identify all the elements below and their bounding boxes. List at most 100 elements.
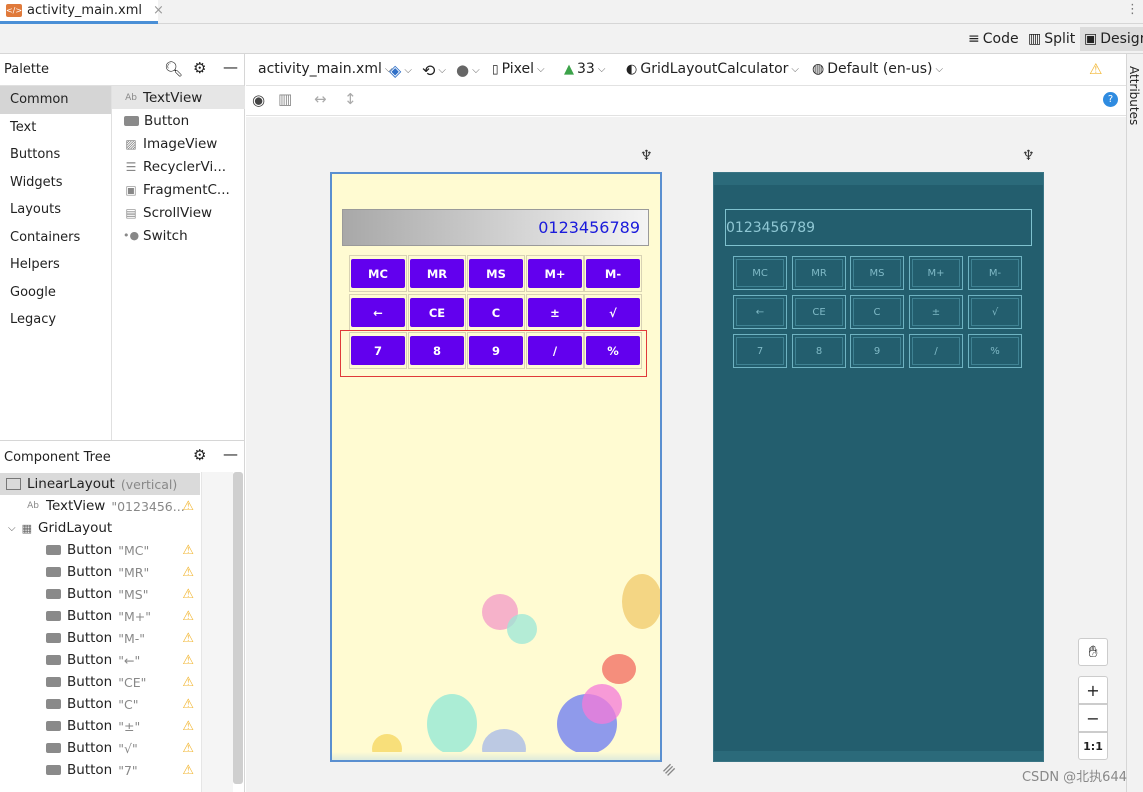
blueprint-button[interactable]: ± <box>909 295 963 329</box>
gear-icon[interactable]: ⚙ <box>193 446 206 464</box>
calc-button[interactable]: CE <box>410 298 464 327</box>
palette-item-switch[interactable]: •● Switch <box>112 224 245 247</box>
tree-row-button[interactable]: Button "C" ⚠ <box>0 693 200 715</box>
warning-icon[interactable]: ⚠ <box>182 609 194 624</box>
minimize-icon[interactable]: — <box>223 58 238 76</box>
tree-row-button[interactable]: Button "7" ⚠ <box>0 759 200 781</box>
zoom-in-button[interactable]: + <box>1078 676 1108 704</box>
attributes-strip[interactable]: Attributes <box>1126 54 1143 792</box>
blueprint-button[interactable]: CE <box>792 295 846 329</box>
category-text[interactable]: Text <box>0 114 111 142</box>
tree-row-button[interactable]: Button "MR" ⚠ <box>0 561 200 583</box>
tree-row-button[interactable]: Button "M+" ⚠ <box>0 605 200 627</box>
design-mode-button[interactable]: ▣Design <box>1080 27 1143 51</box>
blueprint-button[interactable]: MC <box>733 256 787 290</box>
minimize-icon[interactable]: — <box>223 445 238 463</box>
calc-button[interactable]: √ <box>586 298 640 327</box>
tree-row-textview[interactable]: Ab TextView "0123456... ⚠ <box>0 495 200 517</box>
tree-row-button[interactable]: Button "MS" ⚠ <box>0 583 200 605</box>
calculator-display[interactable]: 0123456789 <box>342 209 649 246</box>
blueprint-button[interactable]: / <box>909 334 963 368</box>
tree-row-button[interactable]: Button "M-" ⚠ <box>0 627 200 649</box>
layers-button[interactable]: ◈ ⌵ <box>389 61 412 80</box>
split-mode-button[interactable]: ▥ Split <box>1024 27 1079 51</box>
pan-button[interactable]: ✋︎ <box>1078 638 1108 666</box>
blueprint-display[interactable]: 0123456789 <box>725 209 1032 246</box>
blueprint-button[interactable]: M- <box>968 256 1022 290</box>
warning-icon[interactable]: ⚠ <box>182 719 194 734</box>
more-icon[interactable]: ⋮ <box>1126 2 1139 17</box>
warning-icon[interactable]: ⚠ <box>182 499 194 514</box>
theme-selector[interactable]: ◐ GridLayoutCalculator ⌵ <box>626 61 799 77</box>
warning-icon[interactable]: ⚠ <box>182 587 194 602</box>
tree-row-button[interactable]: Button "←" ⚠ <box>0 649 200 671</box>
pin-icon[interactable]: ♆ <box>640 148 653 164</box>
warning-icon[interactable]: ⚠ <box>182 565 194 580</box>
eye-icon[interactable]: ◉ <box>252 91 265 109</box>
blueprint-button[interactable]: ← <box>733 295 787 329</box>
category-widgets[interactable]: Widgets <box>0 169 111 197</box>
close-icon[interactable]: × <box>153 3 164 18</box>
file-selector[interactable]: activity_main.xml ⌵ <box>258 61 392 77</box>
blueprint-button[interactable]: MS <box>850 256 904 290</box>
category-buttons[interactable]: Buttons <box>0 141 111 169</box>
calc-button[interactable]: MS <box>469 259 523 288</box>
blueprint-button[interactable]: √ <box>968 295 1022 329</box>
warning-icon[interactable]: ⚠ <box>182 741 194 756</box>
calc-button[interactable]: C <box>469 298 523 327</box>
file-tab[interactable]: </> activity_main.xml × <box>0 0 164 24</box>
tree-scrollbar[interactable] <box>233 472 243 784</box>
category-helpers[interactable]: Helpers <box>0 251 111 279</box>
tree-row-button[interactable]: Button "MC" ⚠ <box>0 539 200 561</box>
tree-row-gridlayout[interactable]: ⌵ ▦ GridLayout <box>0 517 200 539</box>
blueprint-button[interactable]: 9 <box>850 334 904 368</box>
gear-icon[interactable]: ⚙ <box>193 59 206 77</box>
calc-button[interactable]: M- <box>586 259 640 288</box>
device-selector[interactable]: ▯ Pixel ⌵ <box>492 61 545 77</box>
palette-item-scrollview[interactable]: ▤ ScrollView <box>112 201 245 224</box>
zoom-out-button[interactable]: − <box>1078 704 1108 732</box>
warning-icon[interactable]: ⚠ <box>182 631 194 646</box>
chevron-down-icon[interactable]: ⌵ <box>8 523 16 534</box>
attributes-tab[interactable]: Attributes <box>1127 66 1141 125</box>
warning-icon[interactable]: ⚠ <box>182 763 194 778</box>
calc-button[interactable]: M+ <box>528 259 582 288</box>
columns-icon[interactable]: ▥ <box>278 90 292 108</box>
palette-item-button[interactable]: Button <box>112 109 245 132</box>
warning-icon[interactable]: ⚠ <box>182 543 194 558</box>
search-icon[interactable]: 🔍︎ <box>164 60 183 78</box>
night-mode-button[interactable]: ● ⌵ <box>456 61 480 79</box>
tree-row-button[interactable]: Button "±" ⚠ <box>0 715 200 737</box>
calc-button[interactable]: ± <box>528 298 582 327</box>
blueprint-button[interactable]: MR <box>792 256 846 290</box>
category-layouts[interactable]: Layouts <box>0 196 111 224</box>
api-selector[interactable]: ▲ 33 ⌵ <box>564 61 605 77</box>
category-legacy[interactable]: Legacy <box>0 306 111 334</box>
vertical-resize-icon[interactable]: ↕ <box>344 90 357 108</box>
orientation-button[interactable]: ⟲ ⌵ <box>422 61 446 80</box>
tree-row-button[interactable]: Button "CE" ⚠ <box>0 671 200 693</box>
blueprint-button[interactable]: 8 <box>792 334 846 368</box>
tree-row-linearlayout[interactable]: LinearLayout (vertical) <box>0 473 200 495</box>
warning-icon[interactable]: ⚠ <box>182 653 194 668</box>
calc-button[interactable]: MR <box>410 259 464 288</box>
palette-item-recyclerview[interactable]: ☰ RecyclerVi... <box>112 155 245 178</box>
palette-item-imageview[interactable]: ▨ ImageView <box>112 132 245 155</box>
warning-icon[interactable]: ⚠ <box>1089 60 1102 78</box>
calc-button[interactable]: MC <box>351 259 405 288</box>
category-common[interactable]: Common <box>0 86 111 114</box>
category-google[interactable]: Google <box>0 279 111 307</box>
palette-item-textview[interactable]: Ab TextView <box>112 86 245 109</box>
zoom-fit-button[interactable]: 1:1 <box>1078 732 1108 760</box>
warning-icon[interactable]: ⚠ <box>182 697 194 712</box>
locale-selector[interactable]: ◍ Default (en-us) ⌵ <box>812 61 943 77</box>
calc-button[interactable]: ← <box>351 298 405 327</box>
palette-item-fragmentcontainer[interactable]: ▣ FragmentC... <box>112 178 245 201</box>
help-icon[interactable]: ? <box>1103 92 1118 107</box>
code-mode-button[interactable]: ≡ Code <box>964 27 1023 51</box>
category-containers[interactable]: Containers <box>0 224 111 252</box>
blueprint-button[interactable]: M+ <box>909 256 963 290</box>
blueprint-button[interactable]: C <box>850 295 904 329</box>
pin-icon[interactable]: ♆ <box>1022 148 1035 164</box>
blueprint-button[interactable]: % <box>968 334 1022 368</box>
